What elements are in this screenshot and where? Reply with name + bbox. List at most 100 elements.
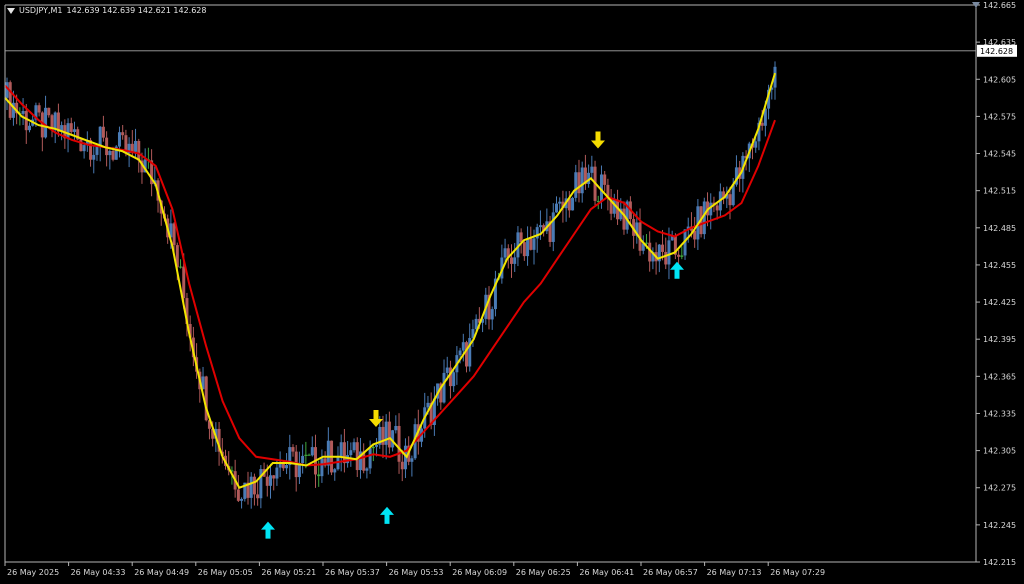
candle-body	[445, 367, 449, 373]
y-tick-label: 142.215	[983, 558, 1016, 567]
candle-body	[349, 450, 353, 456]
candle-body	[510, 257, 514, 264]
candle-body	[44, 107, 48, 138]
candle-body	[526, 238, 530, 257]
candle-body	[82, 145, 86, 152]
x-tick-label: 26 May 2025	[7, 568, 59, 577]
candle-body	[333, 469, 337, 473]
candle-body	[538, 225, 542, 228]
candle-body	[558, 201, 562, 204]
y-tick-label: 142.455	[983, 261, 1016, 270]
x-tick-label: 26 May 07:13	[707, 568, 762, 577]
candle-body	[461, 342, 465, 351]
x-tick-label: 26 May 05:37	[325, 568, 380, 577]
candle-body	[603, 174, 607, 185]
candle-body	[108, 150, 112, 156]
candle-body	[715, 205, 719, 211]
candle-body	[259, 469, 263, 499]
y-tick-label: 142.605	[983, 75, 1016, 84]
candle-body	[268, 475, 272, 486]
candle-body	[355, 442, 359, 471]
candle-body	[130, 143, 134, 152]
candle-body	[760, 122, 764, 126]
candle-body	[256, 494, 260, 499]
candle-body	[307, 454, 311, 456]
buy-arrow-icon	[380, 506, 394, 524]
candle-body	[252, 476, 256, 495]
chart-window: USDJPY,M1 142.639 142.639 142.621 142.62…	[0, 0, 1024, 584]
y-tick-label: 142.305	[983, 447, 1016, 456]
candle-body	[371, 446, 375, 449]
y-tick-label: 142.485	[983, 224, 1016, 233]
candle-body	[134, 140, 138, 152]
candle-body	[272, 475, 276, 479]
x-tick-label: 26 May 05:21	[261, 568, 316, 577]
candle-body	[664, 251, 668, 265]
current-price-label: 142.628	[980, 47, 1013, 56]
candle-body	[69, 123, 73, 132]
y-tick-label: 142.335	[983, 409, 1016, 418]
candle-body	[680, 255, 684, 257]
candle-body	[368, 448, 372, 469]
candle-body	[285, 465, 289, 469]
candle-body	[580, 167, 584, 194]
x-tick-label: 26 May 05:53	[389, 568, 444, 577]
sell-arrow-icon	[369, 410, 383, 428]
y-tick-label: 142.665	[983, 1, 1016, 10]
candle-body	[317, 474, 321, 477]
candle-body	[554, 203, 558, 213]
candle-body	[339, 442, 343, 457]
candle-body	[240, 498, 244, 501]
candle-body	[310, 447, 314, 456]
x-tick-label: 26 May 06:41	[579, 568, 634, 577]
y-tick-label: 142.395	[983, 335, 1016, 344]
candle-body	[24, 111, 28, 131]
candle-body	[465, 342, 469, 367]
candle-body	[365, 468, 369, 471]
candle-body	[72, 129, 76, 132]
candle-body	[304, 454, 308, 456]
candle-body	[352, 442, 356, 451]
price-chart[interactable]: 142.665142.635142.605142.575142.545142.5…	[0, 0, 1024, 584]
candle-body	[8, 82, 12, 118]
candle-body	[529, 238, 533, 250]
candle-body	[532, 238, 536, 250]
y-tick-label: 142.365	[983, 372, 1016, 381]
candle-body	[117, 132, 121, 147]
candle-body	[577, 172, 581, 194]
candle-body	[291, 447, 295, 452]
candle-body	[121, 132, 125, 136]
candle-body	[281, 463, 285, 469]
candle-body	[320, 458, 324, 477]
candle-body	[79, 139, 83, 152]
candle-body	[571, 197, 575, 211]
candle-body	[490, 309, 494, 320]
candle-body	[394, 425, 398, 431]
candle-body	[53, 112, 57, 130]
candle-body	[622, 208, 626, 230]
candle-body	[249, 476, 253, 498]
candle-body	[301, 455, 305, 464]
candle-body	[661, 244, 665, 252]
candle-body	[728, 194, 732, 206]
candle-body	[47, 107, 51, 116]
candle-body	[182, 266, 186, 299]
x-tick-label: 26 May 06:57	[643, 568, 698, 577]
candle-body	[172, 223, 176, 246]
candle-body	[137, 140, 141, 161]
candle-body	[442, 372, 446, 403]
y-tick-label: 142.515	[983, 187, 1016, 196]
candle-body	[410, 458, 414, 462]
candle-body	[95, 146, 99, 155]
candle-body	[387, 421, 391, 448]
candle-body	[677, 254, 681, 257]
candle-body	[111, 150, 115, 160]
x-tick-label: 26 May 05:05	[198, 568, 253, 577]
buy-arrow-icon	[261, 521, 275, 539]
y-tick-label: 142.545	[983, 150, 1016, 159]
candle-body	[66, 123, 70, 139]
y-tick-label: 142.275	[983, 484, 1016, 493]
x-tick-label: 26 May 07:29	[770, 568, 825, 577]
candle-body	[92, 154, 96, 160]
buy-arrow-icon	[670, 261, 684, 279]
